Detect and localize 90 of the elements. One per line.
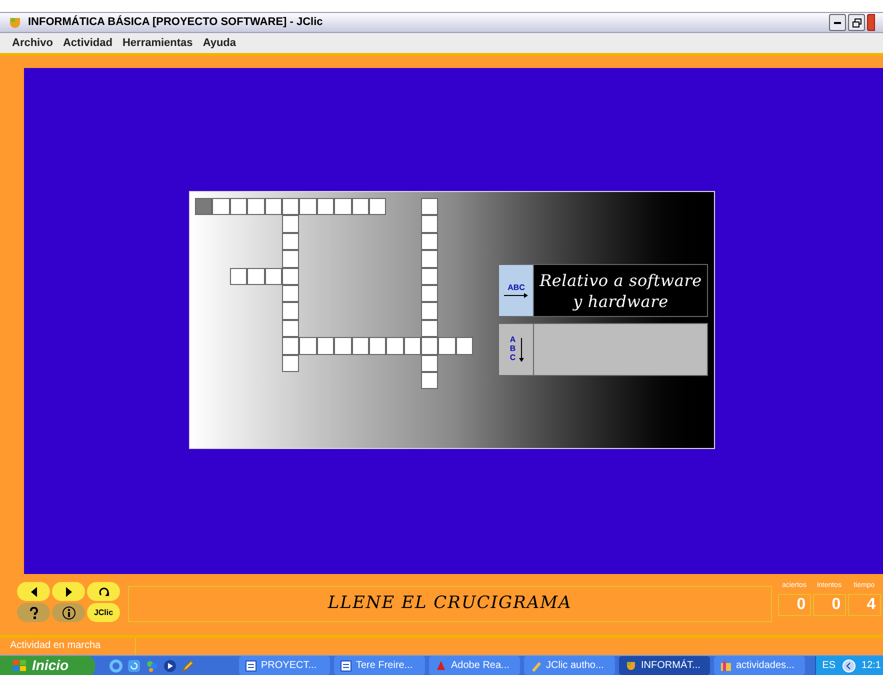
restore-button[interactable]	[848, 14, 865, 31]
previous-button[interactable]	[17, 582, 50, 601]
help-button[interactable]	[17, 603, 50, 622]
window-title: INFORMÁTICA BÁSICA [PROYECTO SOFTWARE] - JClic	[28, 14, 323, 30]
crossword-cell[interactable]	[421, 250, 438, 268]
crossword-cell[interactable]	[421, 215, 438, 233]
previous-icon	[30, 586, 38, 596]
info-icon	[62, 606, 76, 620]
crossword-cell[interactable]	[282, 354, 300, 372]
crossword-cell[interactable]	[404, 337, 422, 355]
down-arrow-icon	[518, 338, 524, 362]
crossword-cell[interactable]	[421, 198, 438, 216]
crossword-cell[interactable]	[352, 337, 369, 355]
taskbar-button[interactable]: Adobe Rea...	[429, 656, 520, 675]
restart-icon	[96, 586, 110, 598]
next-button[interactable]	[52, 582, 85, 601]
crossword-cell[interactable]	[282, 232, 300, 250]
crossword-cell[interactable]	[264, 198, 282, 216]
menu-item[interactable]: Herramientas	[122, 34, 193, 52]
clue-text: Relativo a software y hardware	[538, 270, 703, 312]
crossword-cell[interactable]	[282, 198, 300, 216]
crossword-cell[interactable]	[421, 337, 438, 355]
app-icon	[8, 16, 22, 30]
crossword-cell[interactable]	[282, 215, 300, 233]
jclic-button[interactable]: JClic	[87, 603, 120, 622]
crossword-cell[interactable]	[212, 198, 230, 216]
crossword-cell[interactable]	[368, 337, 386, 355]
restore-icon	[852, 18, 862, 28]
next-icon	[64, 586, 72, 596]
crossword-cell[interactable]	[421, 268, 438, 285]
crossword-cell[interactable]	[299, 337, 317, 355]
taskbar-button[interactable]: JClic autho...	[524, 656, 615, 675]
crossword-cell[interactable]	[282, 250, 300, 268]
counter-value: 0	[812, 594, 846, 616]
document-icon	[245, 660, 257, 672]
start-button[interactable]: Inicio	[0, 656, 95, 675]
play-icon[interactable]	[163, 658, 177, 672]
clue-direction-button[interactable]: ABC	[499, 324, 534, 375]
sync-icon[interactable]	[127, 658, 141, 672]
restart-button[interactable]	[87, 582, 120, 601]
crossword-cell[interactable]	[230, 268, 248, 285]
books-icon	[720, 660, 732, 672]
crossword-cell[interactable]	[247, 198, 265, 216]
pencil-icon	[530, 660, 542, 672]
crossword-cell[interactable]	[421, 232, 438, 250]
crossword-cell[interactable]	[334, 198, 352, 216]
clue-direction-button[interactable]: ABC	[499, 265, 534, 316]
taskbar-button[interactable]: PROYECT...	[239, 656, 330, 675]
message-text: LLENE EL CRUCIGRAMA	[328, 592, 572, 616]
menu-item[interactable]: Ayuda	[202, 34, 236, 52]
counter-value: 4	[848, 594, 881, 616]
crossword-cell[interactable]	[334, 337, 352, 355]
crossword-cell[interactable]	[195, 198, 212, 216]
crossword-cell[interactable]	[421, 284, 438, 302]
taskbar-button[interactable]: Tere Freire...	[334, 656, 425, 675]
right-arrow-icon	[504, 293, 528, 298]
menu-item[interactable]: Actividad	[62, 34, 112, 52]
crossword-cell[interactable]	[368, 198, 386, 216]
crossword-cell[interactable]	[230, 198, 248, 216]
triangle-icon	[435, 660, 447, 672]
taskbar-button[interactable]: actividades...	[714, 656, 805, 675]
crossword-cell[interactable]	[386, 337, 404, 355]
crossword-cell[interactable]	[352, 198, 369, 216]
crossword-cell[interactable]	[247, 268, 265, 285]
crossword-cell[interactable]	[421, 302, 438, 320]
crossword-cell[interactable]	[282, 302, 300, 320]
crossword-cell[interactable]	[282, 337, 300, 355]
minimize-icon	[834, 22, 841, 24]
shield-icon	[625, 660, 637, 672]
crossword-cell[interactable]	[456, 337, 474, 355]
expand-tray-icon[interactable]	[842, 658, 856, 672]
menu-item[interactable]: Archivo	[12, 34, 53, 52]
crossword-cell[interactable]	[282, 284, 300, 302]
crossword-cell[interactable]	[316, 337, 334, 355]
document-icon	[340, 660, 352, 672]
info-button[interactable]	[52, 603, 85, 622]
crossword-cell[interactable]	[316, 198, 334, 216]
counter-value: 0	[778, 594, 811, 616]
crossword-cell[interactable]	[282, 320, 300, 338]
minimize-button[interactable]	[829, 14, 846, 31]
crossword-cell[interactable]	[421, 320, 438, 338]
crossword-cell[interactable]	[264, 268, 282, 285]
windows-logo-icon	[12, 658, 28, 672]
clock: 12:1	[862, 659, 882, 673]
taskbar-button[interactable]: INFORMÁT...	[619, 656, 710, 675]
help-icon	[28, 606, 38, 618]
crossword-cell[interactable]	[421, 372, 438, 390]
crossword-cell[interactable]	[299, 198, 317, 216]
crossword-cell[interactable]	[421, 354, 438, 372]
crossword-cell[interactable]	[438, 337, 456, 355]
